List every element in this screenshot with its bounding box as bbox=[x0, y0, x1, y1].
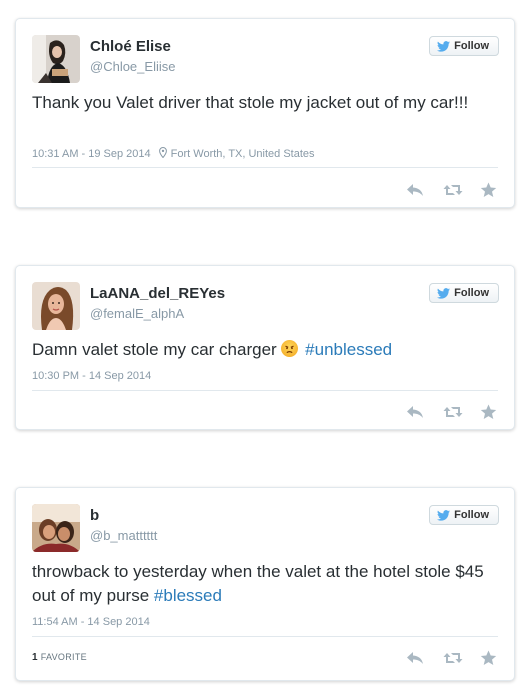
avatar[interactable] bbox=[32, 282, 80, 330]
follow-label: Follow bbox=[454, 40, 489, 52]
tweet-actions bbox=[406, 182, 498, 198]
timestamp[interactable]: 10:30 PM - 14 Sep 2014 bbox=[32, 370, 151, 382]
tweet-text: Thank you Valet driver that stole my jac… bbox=[32, 93, 469, 112]
display-name[interactable]: Chloé Elise bbox=[90, 38, 171, 55]
twitter-bird-icon bbox=[437, 287, 451, 299]
user-handle[interactable]: @b_matttttt bbox=[90, 528, 157, 543]
reply-icon[interactable] bbox=[406, 182, 424, 198]
tweet-text: throwback to yesterday when the valet at… bbox=[32, 560, 496, 608]
location-pin-icon bbox=[158, 146, 167, 161]
user-handle[interactable]: @femalE_alphA bbox=[90, 306, 184, 321]
avatar[interactable] bbox=[32, 35, 80, 83]
timestamp[interactable]: 11:54 AM - 14 Sep 2014 bbox=[32, 616, 150, 628]
angry-face-emoji bbox=[281, 340, 299, 357]
display-name[interactable]: b bbox=[90, 507, 99, 524]
favorite-star-icon[interactable] bbox=[480, 182, 498, 198]
timestamp[interactable]: 10:31 AM - 19 Sep 2014 bbox=[32, 148, 151, 160]
avatar[interactable] bbox=[32, 504, 80, 552]
retweet-icon[interactable] bbox=[443, 650, 463, 666]
hashtag-link[interactable]: #unblessed bbox=[305, 340, 392, 359]
divider bbox=[32, 636, 498, 637]
tweet-text-body: throwback to yesterday when the valet at… bbox=[32, 562, 484, 605]
tweet-text: Damn valet stole my car charger #unbless… bbox=[32, 338, 496, 362]
tweet-meta: 11:54 AM - 14 Sep 2014 bbox=[32, 616, 150, 628]
follow-button[interactable]: Follow bbox=[429, 505, 499, 525]
hashtag-link[interactable]: #blessed bbox=[154, 586, 222, 605]
tweet-meta: 10:30 PM - 14 Sep 2014 bbox=[32, 370, 151, 382]
tweet-actions bbox=[406, 404, 498, 420]
reply-icon[interactable] bbox=[406, 650, 424, 666]
divider bbox=[32, 167, 498, 168]
tweet-actions bbox=[406, 650, 498, 666]
user-handle[interactable]: @Chloe_Eliise bbox=[90, 59, 175, 74]
favorite-star-icon[interactable] bbox=[480, 650, 498, 666]
reply-icon[interactable] bbox=[406, 404, 424, 420]
follow-button[interactable]: Follow bbox=[429, 283, 499, 303]
tweet-card: Chloé Elise @Chloe_Eliise Follow Thank y… bbox=[15, 18, 515, 208]
follow-label: Follow bbox=[454, 287, 489, 299]
tweet-card: LaANA_del_REYes @femalE_alphA Follow Dam… bbox=[15, 265, 515, 430]
follow-label: Follow bbox=[454, 509, 489, 521]
favorites-stat[interactable]: 1 FAVORITE bbox=[32, 652, 87, 663]
divider bbox=[32, 390, 498, 391]
location[interactable]: Fort Worth, TX, United States bbox=[171, 148, 315, 160]
favorites-count: 1 bbox=[32, 652, 38, 663]
twitter-bird-icon bbox=[437, 509, 451, 521]
retweet-icon[interactable] bbox=[443, 182, 463, 198]
twitter-bird-icon bbox=[437, 40, 451, 52]
retweet-icon[interactable] bbox=[443, 404, 463, 420]
favorite-star-icon[interactable] bbox=[480, 404, 498, 420]
follow-button[interactable]: Follow bbox=[429, 36, 499, 56]
favorites-label: FAVORITE bbox=[40, 652, 87, 662]
display-name[interactable]: LaANA_del_REYes bbox=[90, 285, 225, 302]
tweet-meta: 10:31 AM - 19 Sep 2014 Fort Worth, TX, U… bbox=[32, 146, 315, 161]
tweet-card: b @b_matttttt Follow throwback to yester… bbox=[15, 487, 515, 681]
tweet-text-body: Damn valet stole my car charger bbox=[32, 340, 277, 359]
